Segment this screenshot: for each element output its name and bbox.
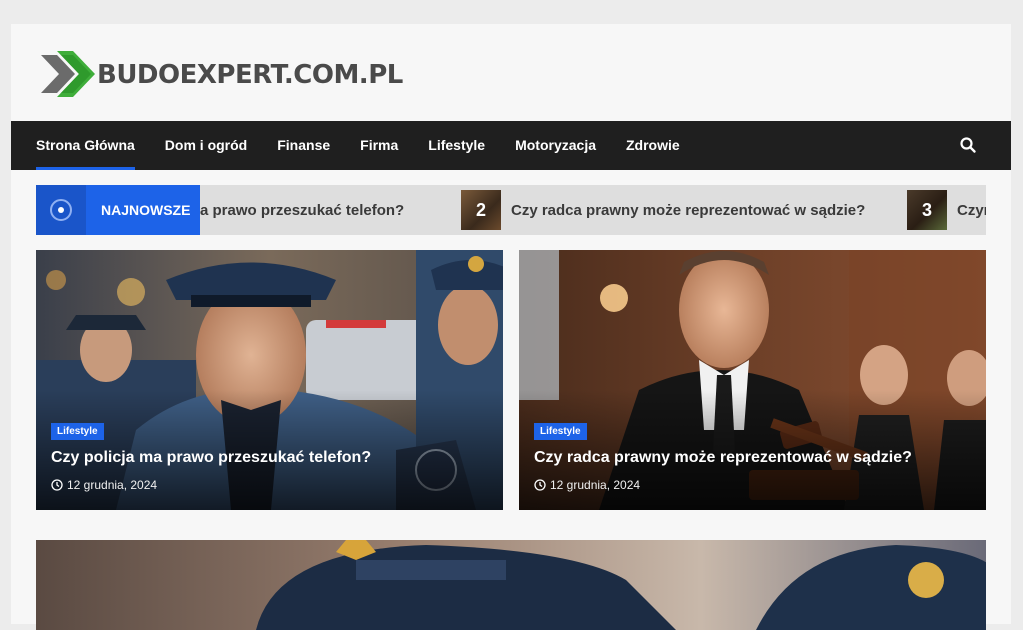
ticker-item[interactable]: 3 Czyr xyxy=(907,185,986,235)
category-badge[interactable]: Lifestyle xyxy=(534,423,587,440)
featured-banner-image[interactable] xyxy=(36,540,986,630)
news-ticker: NAJNOWSZE a prawo przeszukać telefon? 2 … xyxy=(36,185,986,235)
post-date: 12 grudnia, 2024 xyxy=(534,478,640,492)
nav-menu: Strona Główna Dom i ogród Finanse Firma … xyxy=(36,121,710,170)
post-date-text: 12 grudnia, 2024 xyxy=(67,478,158,492)
post-date-text: 12 grudnia, 2024 xyxy=(550,478,641,492)
clock-icon xyxy=(51,479,63,491)
search-icon[interactable] xyxy=(959,136,977,154)
page-frame: BUDOEXPERT.COM.PL Strona Główna Dom i og… xyxy=(11,24,1011,630)
logo-text: BUDOEXPERT.COM.PL xyxy=(97,60,403,90)
radio-dot-icon xyxy=(50,199,72,221)
post-title[interactable]: Czy radca prawny może reprezentować w są… xyxy=(534,449,912,467)
nav-item-firma[interactable]: Firma xyxy=(360,121,398,170)
post-title[interactable]: Czy policja ma prawo przeszukać telefon? xyxy=(51,449,371,467)
ticker-item-number: 3 xyxy=(921,200,932,220)
clock-icon xyxy=(534,479,546,491)
post-date: 12 grudnia, 2024 xyxy=(51,478,157,492)
ticker-item[interactable]: 2 Czy radca prawny może reprezentować w … xyxy=(461,185,865,235)
ticker-item-title: Czyr xyxy=(957,201,986,219)
ticker-item-title: Czy radca prawny może reprezentować w są… xyxy=(511,201,866,219)
ticker-item-title: a prawo przeszukać telefon? xyxy=(200,201,405,219)
nav-item-strona-glowna[interactable]: Strona Główna xyxy=(36,121,135,170)
ticker-item-number: 2 xyxy=(475,200,486,220)
nav-item-zdrowie[interactable]: Zdrowie xyxy=(626,121,680,170)
nav-item-dom-i-ogrod[interactable]: Dom i ogród xyxy=(165,121,247,170)
police-caps-image xyxy=(36,540,986,630)
ticker-thumbnail: 3 xyxy=(907,190,947,230)
ticker-label: NAJNOWSZE xyxy=(36,185,200,235)
nav-item-finanse[interactable]: Finanse xyxy=(277,121,330,170)
nav-item-lifestyle[interactable]: Lifestyle xyxy=(428,121,485,170)
ticker-thumbnail: 2 xyxy=(461,190,501,230)
featured-post-card[interactable]: Lifestyle Czy radca prawny może reprezen… xyxy=(519,250,986,510)
ticker-icon-box xyxy=(36,185,86,235)
ticker-label-text: NAJNOWSZE xyxy=(101,202,191,218)
nav-item-motoryzacja[interactable]: Motoryzacja xyxy=(515,121,596,170)
site-logo[interactable]: BUDOEXPERT.COM.PL xyxy=(39,50,403,98)
main-navbar: Strona Główna Dom i ogród Finanse Firma … xyxy=(11,121,1011,170)
featured-post-card[interactable]: Lifestyle Czy policja ma prawo przeszuka… xyxy=(36,250,503,510)
double-chevron-logo-icon xyxy=(41,51,95,97)
site-header: BUDOEXPERT.COM.PL xyxy=(11,24,1011,121)
category-badge[interactable]: Lifestyle xyxy=(51,423,104,440)
ticker-item[interactable]: a prawo przeszukać telefon? xyxy=(200,185,404,235)
